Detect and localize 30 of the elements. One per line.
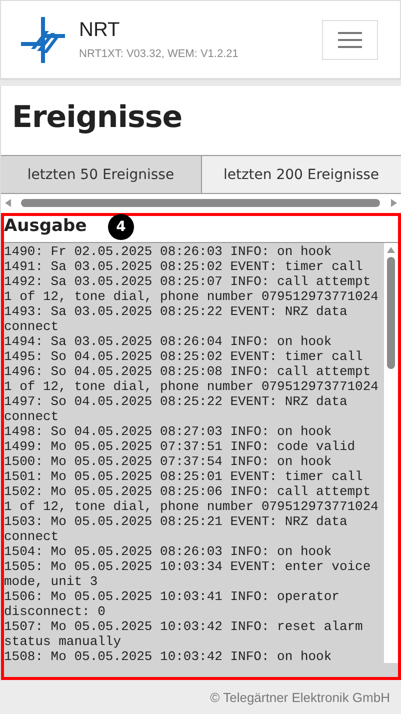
log-entry: 1504: Mo 05.05.2025 08:26:03 INFO: on hook (4, 544, 332, 559)
vertical-scrollbar[interactable] (384, 243, 398, 663)
output-label: Ausgabe (4, 216, 87, 238)
menu-icon (338, 30, 362, 48)
log-entry: 1498: So 04.05.2025 08:27:03 INFO: on hook (4, 424, 333, 439)
log-entry: 1499: Mo 05.05.2025 07:37:51 INFO: code valid (4, 439, 356, 454)
log-entry: 1507: Mo 05.05.2025 10:03:42 INFO: reset alarm status manually (4, 619, 364, 649)
log-entry: 1500: Mo 05.05.2025 07:37:54 INFO: on hook (4, 454, 333, 469)
tab[interactable]: letzten 50 Ereignisse (1, 156, 202, 193)
version-text: NRT1XT: V03.32, WEM: V1.2.21 (79, 48, 240, 60)
log-entry: 1495: So 04.05.2025 08:25:02 EVENT: timer call (4, 349, 364, 364)
log-entry: 1494: Sa 03.05.2025 08:26:04 INFO: on hook (4, 334, 333, 349)
page-title: Ereignisse (11, 99, 184, 137)
log-entry: 1496: So 04.05.2025 08:25:08 INFO: call attempt 1 of 12, tone dial, phone number 079512973771024 (4, 364, 380, 394)
log-entry: 1501: Mo 05.05.2025 08:25:01 EVENT: timer call (4, 469, 364, 484)
app-title: NRT (79, 19, 121, 42)
menu-button[interactable] (322, 20, 378, 60)
log-entry: 1508: Mo 05.05.2025 10:03:42 INFO: on hook (4, 649, 333, 664)
log-entry: 1493: Sa 03.05.2025 08:25:22 EVENT: NRZ data connect (4, 304, 348, 334)
log-entry: 1502: Mo 05.05.2025 08:25:06 INFO: call attempt 1 of 12, tone dial, phone number 079512973771024 (4, 484, 380, 514)
logo-icon (21, 16, 65, 62)
log-entry: 1503: Mo 05.05.2025 08:25:21 EVENT: NRZ data connect (4, 514, 348, 544)
tab[interactable]: letzten 200 Ereignisse (202, 156, 401, 193)
log-entry: 1490: Fr 02.05.2025 08:26:03 INFO: on hook (4, 244, 333, 259)
log-entry: 1506: Mo 05.05.2025 10:03:41 INFO: operator disconnect: 0 (4, 589, 340, 619)
log-entry: 1497: So 04.05.2025 08:25:22 EVENT: NRZ data connect (4, 394, 348, 424)
log-entry: 1505: Mo 05.05.2025 10:03:34 EVENT: enter voice mode, unit 3 (4, 559, 372, 589)
log-entry: 1492: Sa 03.05.2025 08:25:07 INFO: call attempt 1 of 12, tone dial, phone number 079512973771024 (4, 274, 380, 304)
annotation-badge: 4 (108, 214, 134, 240)
log-entry: 1491: Sa 03.05.2025 08:25:02 EVENT: timer call (4, 259, 364, 274)
